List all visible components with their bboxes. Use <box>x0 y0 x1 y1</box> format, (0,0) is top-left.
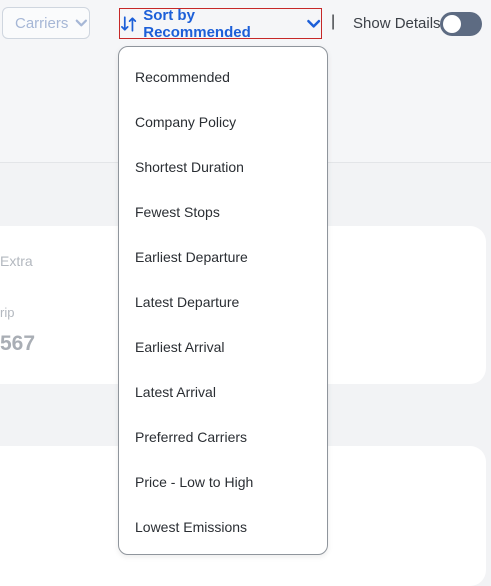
fare-type-label: Extra <box>0 253 33 269</box>
sort-option-latest-arrival[interactable]: Latest Arrival <box>119 369 327 414</box>
toggle-knob <box>443 15 461 33</box>
sort-option-earliest-arrival[interactable]: Earliest Arrival <box>119 324 327 369</box>
sort-option-shortest-duration[interactable]: Shortest Duration <box>119 144 327 189</box>
sort-option-preferred-carriers[interactable]: Preferred Carriers <box>119 414 327 459</box>
show-details-label: Show Details <box>353 15 441 32</box>
sort-option-lowest-emissions[interactable]: Lowest Emissions <box>119 504 327 549</box>
trip-label: rip <box>0 305 15 320</box>
chevron-down-icon <box>306 19 320 28</box>
sort-arrows-icon <box>121 15 137 32</box>
sort-option-company-policy[interactable]: Company Policy <box>119 99 327 144</box>
sort-option-price-low-to-high[interactable]: Price - Low to High <box>119 459 327 504</box>
sort-option-latest-departure[interactable]: Latest Departure <box>119 279 327 324</box>
show-details-toggle[interactable] <box>440 12 482 36</box>
chevron-down-icon <box>75 19 88 27</box>
carriers-filter-label: Carriers <box>15 14 69 32</box>
price-value: 567 <box>0 332 36 355</box>
sort-dropdown-button[interactable]: Sort by Recommended <box>119 6 322 41</box>
carriers-filter-button[interactable]: Carriers <box>2 7 90 39</box>
sort-option-fewest-stops[interactable]: Fewest Stops <box>119 189 327 234</box>
sort-option-recommended[interactable]: Recommended <box>119 54 327 99</box>
sort-dropdown-label: Sort by Recommended <box>143 6 251 41</box>
sort-option-earliest-departure[interactable]: Earliest Departure <box>119 234 327 279</box>
toolbar-separator: | <box>331 13 336 30</box>
sort-options-menu: Recommended Company Policy Shortest Dura… <box>118 46 328 555</box>
